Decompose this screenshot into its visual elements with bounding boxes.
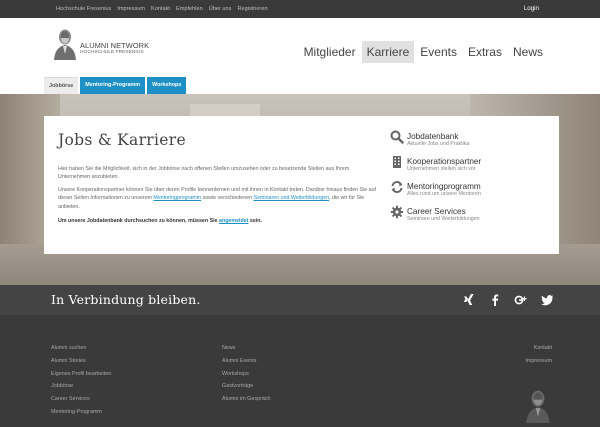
- login-link[interactable]: Login: [524, 5, 539, 12]
- footer-link[interactable]: Jobbörse: [51, 383, 111, 396]
- service-subtitle: Alles rund um unsere Mentoren: [407, 191, 481, 197]
- nav-mitglieder[interactable]: Mitglieder: [299, 41, 361, 63]
- service-title: Jobdatenbank: [407, 132, 459, 141]
- partner-text-b: sowie verschiedenen: [201, 195, 254, 202]
- footer-column-info: Kontakt Impressum: [525, 345, 552, 371]
- search-icon: [390, 130, 404, 144]
- footer-link[interactable]: Alumni Events: [222, 358, 271, 371]
- login-hint-a: Um unsere Jobdatenbank durchsuchen zu kö…: [58, 218, 220, 224]
- top-links: Hochschule Fresenius Impressum Kontakt E…: [56, 0, 274, 18]
- service-kooperationspartner[interactable]: Kooperationspartner Unternehmen stellen …: [390, 155, 550, 180]
- service-title: Mentoringprogramm: [407, 182, 481, 191]
- logo[interactable]: ALUMNI NETWORK HOCHSCHULE FRESENIUS: [52, 28, 192, 62]
- intro-paragraph: Hier haben Sie die Möglichkeit, sich in …: [58, 166, 350, 181]
- service-career-services[interactable]: Career Services Seminare und Weiterbildu…: [390, 205, 550, 230]
- footer-link[interactable]: Gastvorträge: [222, 383, 271, 396]
- footer-column-alumni: Alumni suchen Alumni Stories Eigenes Pro…: [51, 345, 111, 422]
- nav-news[interactable]: News: [508, 41, 548, 63]
- service-title: Kooperationspartner: [407, 157, 482, 166]
- main-nav: Mitglieder Karriere Events Extras News: [298, 40, 548, 64]
- footer-link[interactable]: News: [222, 345, 271, 358]
- login-hint-b: sein.: [248, 218, 262, 224]
- facebook-icon[interactable]: [488, 293, 502, 307]
- service-list: Jobdatenbank Aktuelle Jobs und Praktika …: [390, 130, 550, 230]
- top-link-empfehlen[interactable]: Empfehlen: [176, 6, 203, 12]
- service-jobdatenbank[interactable]: Jobdatenbank Aktuelle Jobs und Praktika: [390, 130, 550, 155]
- tab-jobboerse[interactable]: Jobbörse: [44, 77, 79, 94]
- footer-column-news: News Alumni Events Workshops Gastvorträg…: [222, 345, 271, 409]
- tab-mentoring-programm[interactable]: Mentoring-Programm: [80, 77, 146, 94]
- footer-link[interactable]: Eigenes Profil bearbeiten: [51, 371, 111, 384]
- connect-bar: In Verbindung bleiben.: [0, 285, 600, 315]
- xing-icon[interactable]: [462, 293, 476, 307]
- twitter-icon[interactable]: [540, 293, 554, 307]
- partner-paragraph: Unsere Kooperationspartner können Sie üb…: [58, 186, 378, 211]
- footer-link[interactable]: Alumni im Gespräch: [222, 396, 271, 409]
- top-link-impressum[interactable]: Impressum: [117, 6, 145, 12]
- tab-workshops[interactable]: Workshops: [147, 77, 187, 94]
- nav-extras[interactable]: Extras: [463, 41, 507, 63]
- footer-link[interactable]: Mentoring-Programm: [51, 409, 111, 422]
- service-subtitle: Unternehmen stellen sich vor: [407, 166, 476, 172]
- content-card: Jobs & Karriere Hier haben Sie die Mögli…: [44, 116, 559, 254]
- sub-tabs: Jobbörse Mentoring-Programm Workshops: [44, 77, 188, 94]
- page-title: Jobs & Karriere: [58, 131, 186, 149]
- logo-title: ALUMNI NETWORK: [80, 41, 150, 50]
- top-link-registrieren[interactable]: Registrieren: [237, 6, 267, 12]
- top-link-ueber-uns[interactable]: Über uns: [209, 6, 232, 12]
- nav-karriere[interactable]: Karriere: [361, 41, 415, 63]
- top-link-hochschule[interactable]: Hochschule Fresenius: [56, 6, 111, 12]
- refresh-icon: [391, 181, 403, 193]
- top-link-kontakt[interactable]: Kontakt: [151, 6, 170, 12]
- footer-link[interactable]: Alumni Stories: [51, 358, 111, 371]
- footer-link[interactable]: Impressum: [525, 358, 552, 371]
- logo-subtitle: HOCHSCHULE FRESENIUS: [80, 50, 144, 55]
- seminare-link[interactable]: Seminaren und Weiterbildungen: [254, 195, 330, 201]
- building-icon: [393, 156, 401, 168]
- top-bar: Hochschule Fresenius Impressum Kontakt E…: [0, 0, 600, 18]
- header: ALUMNI NETWORK HOCHSCHULE FRESENIUS Mitg…: [0, 18, 600, 94]
- footer-portrait-logo-icon: [526, 390, 550, 423]
- login-hint: Um unsere Jobdatenbank durchsuchen zu kö…: [58, 217, 378, 225]
- nav-events[interactable]: Events: [415, 41, 462, 63]
- footer-link[interactable]: Workshops: [222, 371, 271, 384]
- mentoringprogramm-link[interactable]: Mentoringprogramm: [153, 195, 201, 201]
- service-mentoringprogramm[interactable]: Mentoringprogramm Alles rund um unsere M…: [390, 180, 550, 205]
- footer-link[interactable]: Career Services: [51, 396, 111, 409]
- footer-link[interactable]: Kontakt: [525, 345, 552, 358]
- social-links: [450, 293, 554, 307]
- service-subtitle: Aktuelle Jobs und Praktika: [407, 141, 470, 147]
- google-plus-icon[interactable]: [514, 293, 528, 307]
- footer-link[interactable]: Alumni suchen: [51, 345, 111, 358]
- connect-title: In Verbindung bleiben.: [51, 292, 201, 307]
- service-title: Career Services: [407, 207, 466, 216]
- gear-icon: [390, 205, 404, 219]
- footer: Alumni suchen Alumni Stories Eigenes Pro…: [0, 315, 600, 427]
- service-subtitle: Seminare und Weiterbildungen: [407, 216, 480, 222]
- angemeldet-link[interactable]: angemeldet: [219, 218, 248, 224]
- portrait-logo-icon: [54, 29, 76, 60]
